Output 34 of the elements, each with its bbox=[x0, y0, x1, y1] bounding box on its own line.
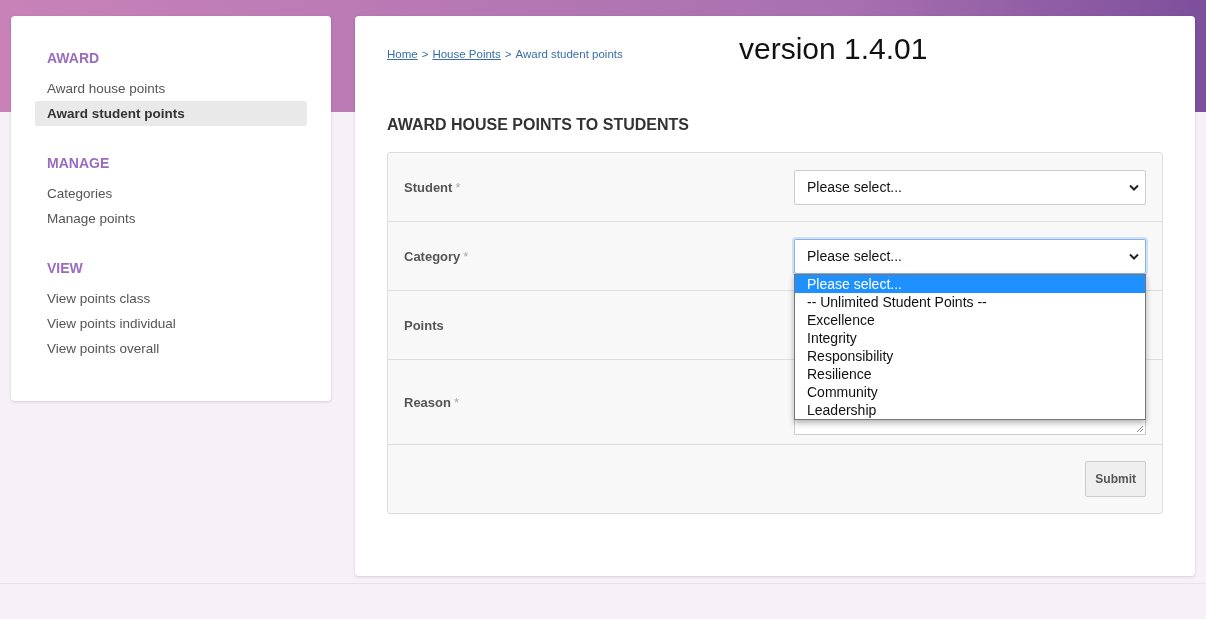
dropdown-option[interactable]: Excellence bbox=[795, 311, 1145, 329]
sidebar-link[interactable]: Award student points bbox=[35, 101, 307, 126]
field-label: Points bbox=[404, 317, 444, 333]
sidebar-link[interactable]: Manage points bbox=[35, 206, 307, 231]
dropdown-option[interactable]: Resilience bbox=[795, 365, 1145, 383]
sidebar-link[interactable]: View points individual bbox=[35, 311, 307, 336]
section-heading: MANAGE bbox=[47, 155, 111, 171]
caret-icon bbox=[1129, 252, 1139, 260]
version-label: version 1.4.01 bbox=[739, 32, 928, 66]
dropdown-option[interactable]: -- Unlimited Student Points -- bbox=[795, 293, 1145, 311]
dropdown-option[interactable]: Responsibility bbox=[795, 347, 1145, 365]
sidebar-link[interactable]: Categories bbox=[35, 181, 307, 206]
breadcrumb-current: Award student points bbox=[515, 48, 623, 60]
form-title: AWARD HOUSE POINTS TO STUDENTS bbox=[387, 116, 690, 134]
select-field[interactable]: Please select... bbox=[794, 169, 1146, 205]
caret-icon bbox=[1129, 183, 1139, 191]
breadcrumb-link[interactable]: Home bbox=[387, 48, 418, 60]
submit-button[interactable]: Submit bbox=[1085, 461, 1146, 497]
field-label: Reason * bbox=[404, 394, 460, 410]
dropdown-option[interactable]: Integrity bbox=[795, 329, 1145, 347]
select-field[interactable]: Please select... bbox=[794, 238, 1146, 274]
breadcrumb-separator: > bbox=[504, 48, 512, 60]
section-heading: AWARD bbox=[47, 50, 101, 66]
breadcrumb-link[interactable]: House Points bbox=[432, 48, 501, 60]
dropdown-option[interactable]: Leadership bbox=[795, 401, 1145, 419]
field-label: Student * bbox=[404, 179, 461, 195]
section-heading: VIEW bbox=[47, 260, 84, 276]
field-label: Category * bbox=[404, 248, 469, 264]
sidebar-link[interactable]: Award house points bbox=[35, 76, 307, 101]
breadcrumb-separator: > bbox=[421, 48, 429, 60]
resize-grip-icon[interactable] bbox=[1136, 425, 1144, 433]
dropdown-option[interactable]: Community bbox=[795, 383, 1145, 401]
sidebar-link[interactable]: View points class bbox=[35, 286, 307, 311]
sidebar-link[interactable]: View points overall bbox=[35, 336, 307, 361]
